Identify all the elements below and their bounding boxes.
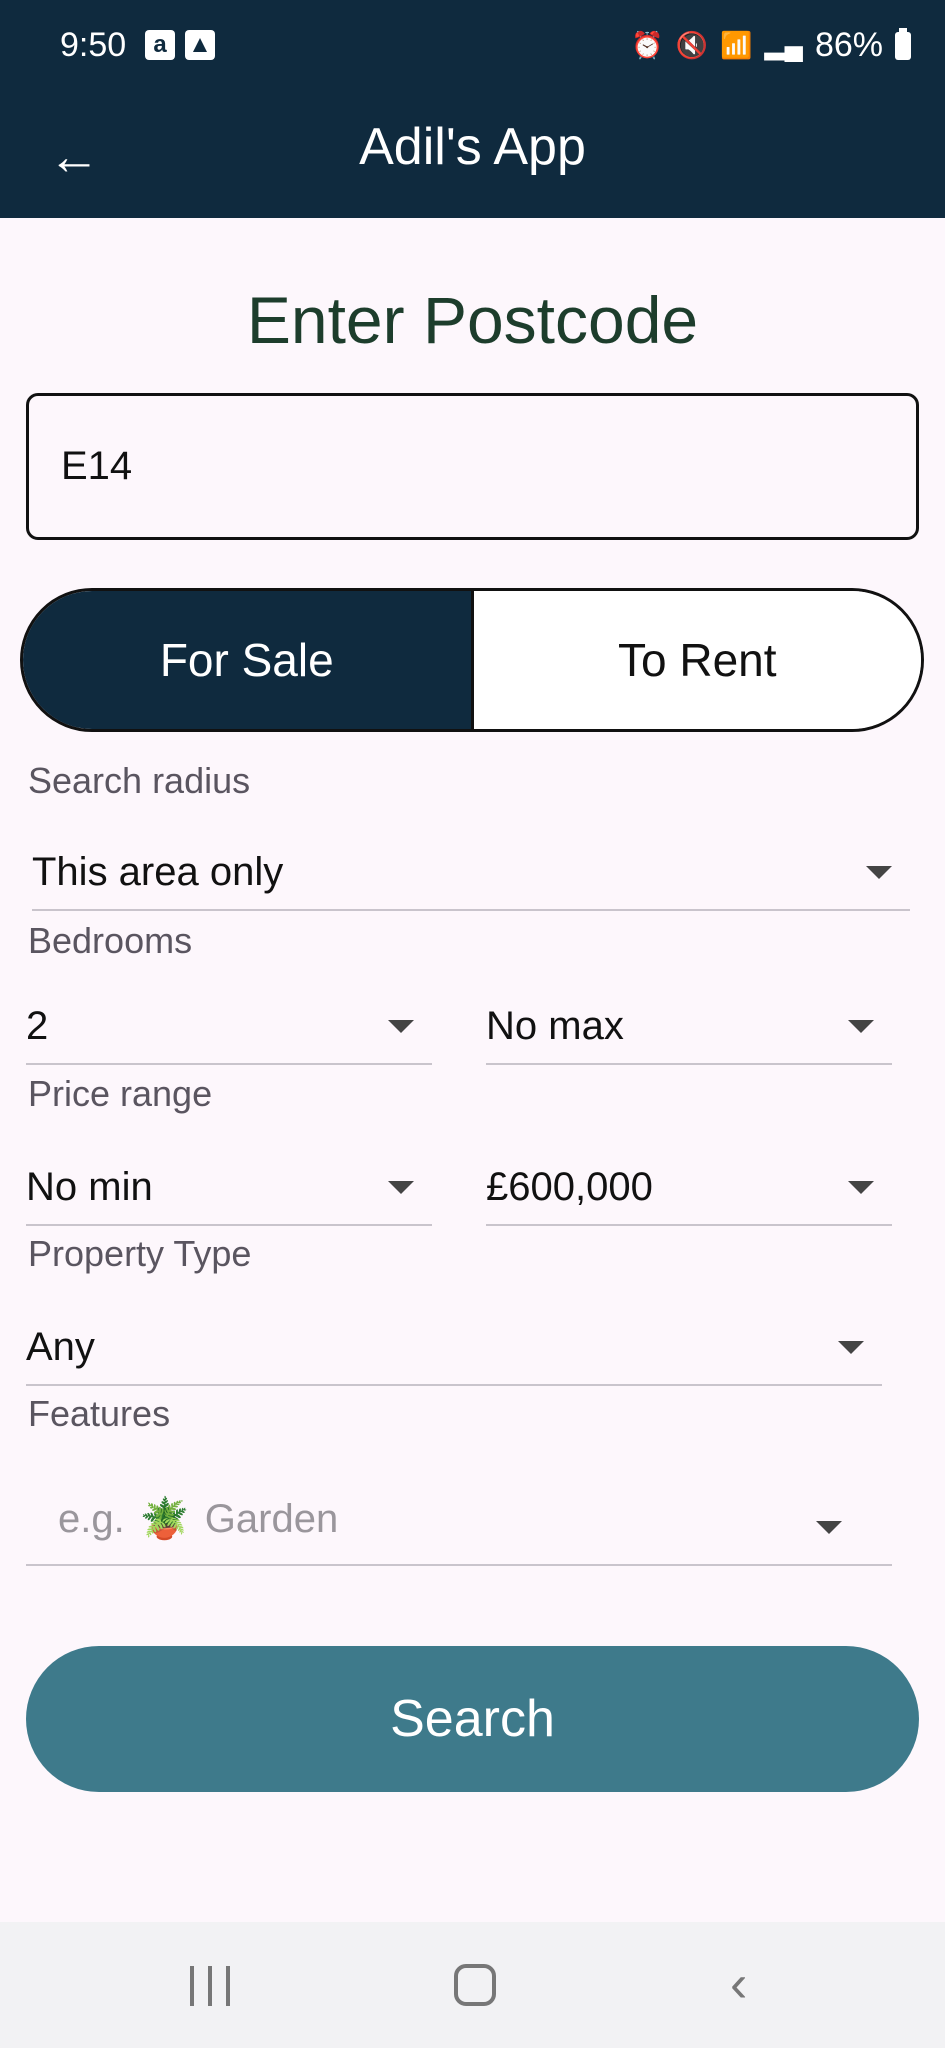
features-label: Features: [28, 1393, 171, 1434]
property-type-label: Property Type: [28, 1233, 252, 1274]
tab-to-rent[interactable]: To Rent: [470, 591, 921, 729]
home-icon[interactable]: [454, 1964, 496, 2006]
search-radius-dropdown[interactable]: This area only: [32, 825, 910, 911]
status-right-icons: ⏰ 🔇 📶 ▂▄ 86%: [631, 26, 911, 65]
signal-icon: ▂▄: [764, 30, 803, 60]
potted-plant-icon: 🪴: [139, 1497, 190, 1541]
alarm-icon: ⏰: [631, 30, 664, 60]
chevron-down-icon: [388, 1181, 414, 1194]
search-button[interactable]: Search: [26, 1646, 919, 1792]
bedrooms-max-value: No max: [486, 1004, 624, 1048]
chevron-down-icon: [866, 866, 892, 879]
status-bar: 9:50 a ▲ ⏰ 🔇 📶 ▂▄ 86%: [0, 0, 945, 95]
features-placeholder-text: Garden: [204, 1497, 339, 1541]
property-type-dropdown[interactable]: Any: [26, 1300, 882, 1386]
battery-icon: [895, 27, 911, 60]
search-radius-value: This area only: [32, 850, 284, 894]
chevron-down-icon: [838, 1341, 864, 1354]
amazon-icon: a: [145, 30, 175, 60]
battery-percent: 86%: [814, 26, 883, 64]
price-max-value: £600,000: [486, 1165, 653, 1209]
tab-for-sale[interactable]: For Sale: [23, 591, 471, 729]
bedrooms-min-value: 2: [26, 1004, 49, 1048]
price-range-label: Price range: [28, 1073, 213, 1114]
features-placeholder-prefix: e.g.: [58, 1497, 125, 1541]
app-bar: ← Adil's App: [0, 95, 945, 218]
listing-type-toggle: For Sale To Rent: [20, 588, 924, 732]
price-min-dropdown[interactable]: No min: [26, 1140, 432, 1226]
wifi-icon: 📶: [720, 30, 753, 60]
features-placeholder: e.g. 🪴 Garden: [58, 1495, 338, 1542]
bedrooms-label: Bedrooms: [28, 920, 193, 961]
bedrooms-min-dropdown[interactable]: 2: [26, 980, 432, 1065]
status-left-icons: a ▲: [145, 30, 215, 60]
price-min-value: No min: [26, 1165, 153, 1209]
chevron-down-icon: [848, 1181, 874, 1194]
status-time: 9:50: [60, 26, 127, 64]
postcode-input[interactable]: E14: [26, 393, 919, 540]
page-title: Enter Postcode: [246, 283, 699, 357]
mute-icon: 🔇: [675, 30, 709, 60]
image-icon: ▲: [185, 30, 215, 60]
app-title: Adil's App: [359, 118, 586, 176]
system-nav-bar: ‹: [0, 1922, 945, 2048]
nav-back-icon[interactable]: ‹: [730, 1958, 747, 2010]
chevron-down-icon: [848, 1020, 874, 1033]
chevron-down-icon: [388, 1020, 414, 1033]
search-radius-label: Search radius: [28, 760, 251, 801]
features-dropdown[interactable]: e.g. 🪴 Garden: [26, 1470, 892, 1566]
recent-apps-icon[interactable]: [190, 1966, 230, 2006]
price-max-dropdown[interactable]: £600,000: [486, 1140, 892, 1226]
chevron-down-icon: [816, 1521, 842, 1534]
property-type-value: Any: [26, 1325, 95, 1369]
bedrooms-max-dropdown[interactable]: No max: [486, 980, 892, 1065]
